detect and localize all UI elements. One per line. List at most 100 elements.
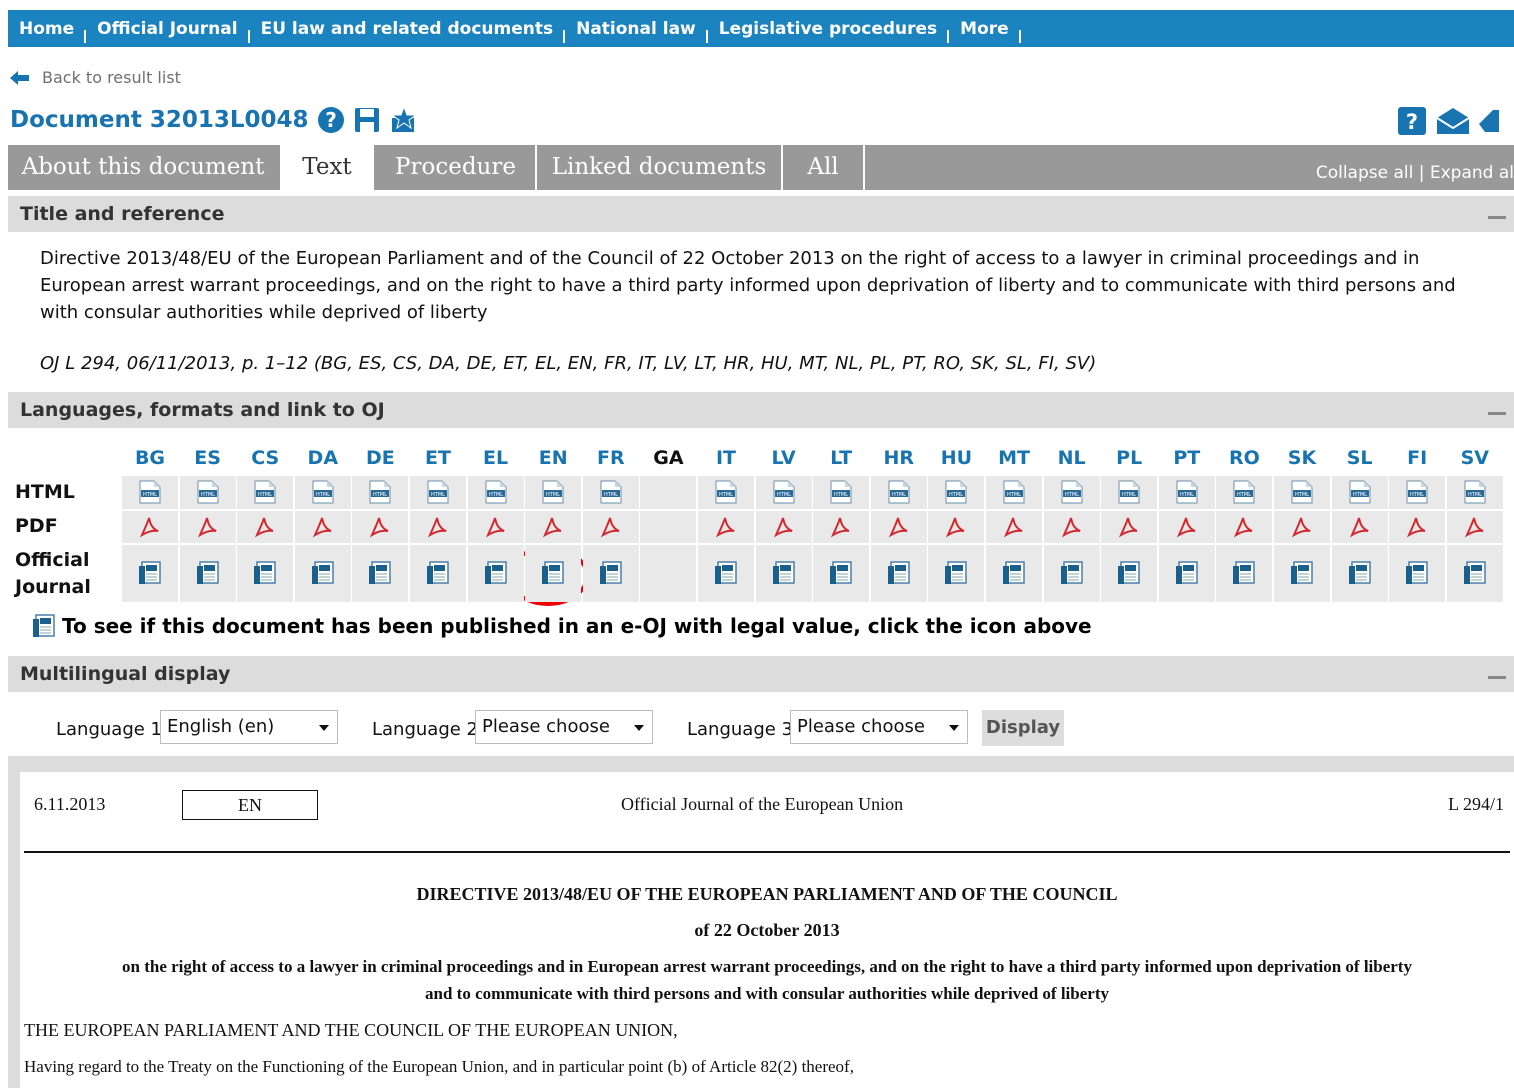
pdf-format-icon[interactable] bbox=[1176, 516, 1198, 542]
lang-code-el[interactable]: EL bbox=[476, 447, 516, 469]
official-journal-icon[interactable] bbox=[138, 561, 162, 589]
lang-code-lv[interactable]: LV bbox=[764, 447, 804, 469]
html-format-icon[interactable]: HTML bbox=[1118, 480, 1140, 508]
html-format-icon[interactable]: HTML bbox=[1349, 480, 1371, 508]
pdf-format-icon[interactable] bbox=[945, 516, 967, 542]
pdf-format-icon[interactable] bbox=[1406, 516, 1428, 542]
tab-procedure[interactable]: Procedure bbox=[376, 145, 535, 190]
lang-code-da[interactable]: DA bbox=[303, 447, 343, 469]
collapse-icon[interactable] bbox=[1488, 412, 1506, 415]
html-format-icon[interactable]: HTML bbox=[1291, 480, 1313, 508]
official-journal-icon[interactable] bbox=[599, 561, 623, 589]
tab-linked-documents[interactable]: Linked documents bbox=[537, 145, 781, 190]
html-format-icon[interactable]: HTML bbox=[254, 480, 276, 508]
official-journal-icon[interactable] bbox=[829, 561, 853, 589]
language-3-select[interactable]: Please choose bbox=[790, 710, 968, 744]
pdf-format-icon[interactable] bbox=[1233, 516, 1255, 542]
html-format-icon[interactable]: HTML bbox=[312, 480, 334, 508]
nav-home[interactable]: Home bbox=[8, 19, 87, 43]
section-title-and-reference-header[interactable]: Title and reference bbox=[8, 196, 1514, 232]
pdf-format-icon[interactable] bbox=[312, 516, 334, 542]
html-format-icon[interactable]: HTML bbox=[1176, 480, 1198, 508]
lang-code-hr[interactable]: HR bbox=[879, 447, 919, 469]
html-format-icon[interactable]: HTML bbox=[542, 480, 564, 508]
lang-code-hu[interactable]: HU bbox=[936, 447, 976, 469]
lang-code-sk[interactable]: SK bbox=[1282, 447, 1322, 469]
official-journal-icon[interactable] bbox=[1175, 561, 1199, 589]
lang-code-es[interactable]: ES bbox=[188, 447, 228, 469]
help-icon[interactable]: ? bbox=[317, 106, 345, 134]
lang-code-sl[interactable]: SL bbox=[1340, 447, 1380, 469]
save-icon[interactable] bbox=[353, 106, 381, 134]
lang-code-en[interactable]: EN bbox=[533, 447, 573, 469]
lang-code-ro[interactable]: RO bbox=[1224, 447, 1264, 469]
collapse-expand-all[interactable]: Collapse all | Expand al bbox=[1316, 163, 1514, 183]
official-journal-icon[interactable] bbox=[1405, 561, 1429, 589]
official-journal-icon[interactable] bbox=[772, 561, 796, 589]
official-journal-icon[interactable] bbox=[484, 561, 508, 589]
official-journal-icon[interactable] bbox=[1060, 561, 1084, 589]
html-format-icon[interactable]: HTML bbox=[945, 480, 967, 508]
pdf-format-icon[interactable] bbox=[139, 516, 161, 542]
html-format-icon[interactable]: HTML bbox=[139, 480, 161, 508]
html-format-icon[interactable]: HTML bbox=[1003, 480, 1025, 508]
collapse-icon[interactable] bbox=[1488, 676, 1506, 679]
lang-code-nl[interactable]: NL bbox=[1052, 447, 1092, 469]
display-button[interactable]: Display bbox=[982, 710, 1064, 746]
official-journal-icon[interactable] bbox=[1348, 561, 1372, 589]
official-journal-icon[interactable] bbox=[1232, 561, 1256, 589]
pdf-format-icon[interactable] bbox=[888, 516, 910, 542]
pdf-format-icon[interactable] bbox=[1118, 516, 1140, 542]
lang-code-et[interactable]: ET bbox=[418, 447, 458, 469]
nav-official-journal[interactable]: Official Journal bbox=[86, 19, 251, 43]
tab-about-this-document[interactable]: About this document bbox=[8, 145, 278, 190]
official-journal-icon[interactable] bbox=[311, 561, 335, 589]
lang-code-lt[interactable]: LT bbox=[821, 447, 861, 469]
official-journal-icon[interactable] bbox=[887, 561, 911, 589]
pdf-format-icon[interactable] bbox=[369, 516, 391, 542]
nav-legislative-procedures[interactable]: Legislative procedures bbox=[708, 19, 950, 43]
official-journal-icon[interactable] bbox=[944, 561, 968, 589]
html-format-icon[interactable]: HTML bbox=[485, 480, 507, 508]
html-format-icon[interactable]: HTML bbox=[1233, 480, 1255, 508]
tab-text[interactable]: Text bbox=[280, 145, 374, 190]
html-format-icon[interactable]: HTML bbox=[197, 480, 219, 508]
pdf-format-icon[interactable] bbox=[1291, 516, 1313, 542]
pdf-format-icon[interactable] bbox=[600, 516, 622, 542]
lang-code-it[interactable]: IT bbox=[706, 447, 746, 469]
lang-code-pl[interactable]: PL bbox=[1109, 447, 1149, 469]
pdf-format-icon[interactable] bbox=[197, 516, 219, 542]
nav-more[interactable]: More bbox=[949, 19, 1021, 43]
official-journal-icon[interactable] bbox=[1002, 561, 1026, 589]
section-multilingual-header[interactable]: Multilingual display bbox=[8, 656, 1514, 692]
pdf-format-icon[interactable] bbox=[773, 516, 795, 542]
help-box-icon[interactable]: ? bbox=[1397, 106, 1427, 136]
official-journal-icon[interactable] bbox=[1463, 561, 1487, 589]
official-journal-icon[interactable] bbox=[1290, 561, 1314, 589]
html-format-icon[interactable]: HTML bbox=[773, 480, 795, 508]
lang-code-bg[interactable]: BG bbox=[130, 447, 170, 469]
star-bookmark-icon[interactable] bbox=[389, 106, 419, 134]
lang-code-fi[interactable]: FI bbox=[1397, 447, 1437, 469]
lang-code-de[interactable]: DE bbox=[360, 447, 400, 469]
nav-eu-law[interactable]: EU law and related documents bbox=[250, 19, 566, 43]
official-journal-icon[interactable] bbox=[714, 561, 738, 589]
html-format-icon[interactable]: HTML bbox=[830, 480, 852, 508]
pdf-format-icon[interactable] bbox=[427, 516, 449, 542]
official-journal-icon[interactable] bbox=[426, 561, 450, 589]
nav-national-law[interactable]: National law bbox=[565, 19, 708, 43]
print-icon[interactable] bbox=[1479, 106, 1499, 136]
html-format-icon[interactable]: HTML bbox=[888, 480, 910, 508]
section-languages-header[interactable]: Languages, formats and link to OJ bbox=[8, 392, 1514, 428]
pdf-format-icon[interactable] bbox=[1061, 516, 1083, 542]
lang-code-mt[interactable]: MT bbox=[994, 447, 1034, 469]
pdf-format-icon[interactable] bbox=[542, 516, 564, 542]
email-icon[interactable] bbox=[1435, 106, 1471, 136]
official-journal-icon[interactable] bbox=[368, 561, 392, 589]
back-to-results-link[interactable]: Back to result list bbox=[10, 68, 181, 87]
tab-all[interactable]: All bbox=[783, 145, 863, 190]
pdf-format-icon[interactable] bbox=[254, 516, 276, 542]
pdf-format-icon[interactable] bbox=[715, 516, 737, 542]
official-journal-icon[interactable] bbox=[253, 561, 277, 589]
pdf-format-icon[interactable] bbox=[1349, 516, 1371, 542]
